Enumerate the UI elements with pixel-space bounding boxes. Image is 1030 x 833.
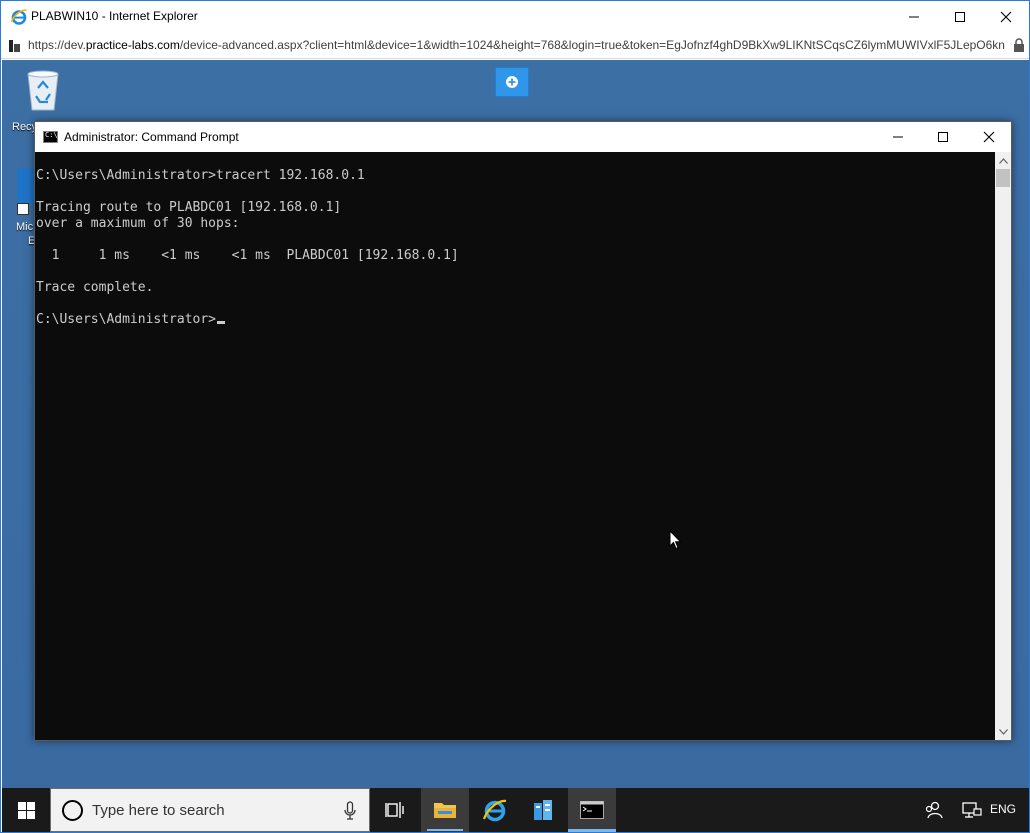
command-prompt-icon: C:\ [43,131,58,143]
console-line: 1 1 ms <1 ms <1 ms PLABDC01 [192.168.0.1… [36,248,459,263]
start-button[interactable] [2,788,50,832]
url-host: practice-labs.com [85,38,180,52]
chevron-down-icon [998,728,1008,735]
recycle-bin-icon[interactable] [20,68,66,114]
microphone-icon[interactable] [343,801,357,821]
close-icon [983,131,995,143]
cortana-icon [62,800,83,821]
url-prefix: https://dev. [28,38,86,52]
edge-shortcut-label: Mic E [16,220,35,248]
taskbar: Type here to search ENG [2,788,1029,832]
cmd-titlebar[interactable]: C:\ Administrator: Command Prompt [35,122,1011,152]
chevron-up-icon [998,157,1008,164]
command-prompt-window[interactable]: C:\ Administrator: Command Prompt C:\Use… [34,121,1012,741]
cmd-maximize-button[interactable] [920,122,966,152]
cmd-close-button[interactable] [966,122,1012,152]
scroll-thumb[interactable] [996,169,1010,187]
window-title: PLABWIN10 - Internet Explorer [31,9,198,23]
file-explorer-taskbar-button[interactable] [421,788,469,832]
console-line: Trace complete. [36,280,154,295]
minimize-icon [893,136,903,138]
prompt-text: C:\Users\Administrator> [36,312,217,327]
url-text[interactable]: https://dev.practice-labs.com/device-adv… [28,38,1008,52]
ie-titlebar[interactable]: PLABWIN10 - Internet Explorer [1,1,1029,32]
server-manager-taskbar-button[interactable] [519,788,567,832]
vertical-scrollbar[interactable] [995,152,1011,740]
search-placeholder: Type here to search [92,802,225,819]
running-indicator [427,829,463,831]
command-prompt-icon [580,801,604,819]
cmd-minimize-button[interactable] [875,122,921,152]
command-prompt-taskbar-button[interactable] [568,788,616,832]
lock-icon[interactable] [1013,38,1025,53]
console-line: Tracing route to PLABDC01 [192.168.0.1] [36,200,342,215]
people-icon[interactable] [924,800,944,820]
url-path: /device-advanced.aspx?client=html&device… [179,38,1005,52]
task-view-button[interactable] [371,788,419,832]
console-output[interactable]: C:\Users\Administrator>tracert 192.168.0… [35,152,995,740]
task-view-icon [385,802,404,818]
minimize-icon [909,16,919,17]
console-line: C:\Users\Administrator>tracert 192.168.0… [36,168,365,183]
windows-logo-icon [17,801,35,819]
taskbar-search-box[interactable]: Type here to search [50,788,370,832]
prompt-line[interactable]: C:\Users\Administrator> [36,312,459,328]
cmd-window-title: Administrator: Command Prompt [64,130,239,144]
maximize-icon [955,11,965,22]
internet-explorer-icon [10,9,27,25]
active-window-indicator [568,829,616,832]
text-cursor [217,321,226,324]
site-favicon-icon [9,40,20,52]
server-manager-icon [534,800,552,820]
minimize-button[interactable] [891,1,937,32]
console-lines: C:\Users\Administrator>tracert 192.168.0… [36,168,459,328]
ie-window: PLABWIN10 - Internet Explorer https://de… [0,0,1030,833]
plus-circle-icon [506,76,518,88]
internet-explorer-taskbar-button[interactable] [471,788,519,832]
maximize-button[interactable] [937,1,983,32]
scroll-down-button[interactable] [995,723,1011,740]
address-bar[interactable]: https://dev.practice-labs.com/device-adv… [1,32,1029,59]
scroll-up-button[interactable] [995,152,1011,169]
internet-explorer-icon [482,799,507,822]
input-language-indicator[interactable]: ENG [990,802,1016,816]
maximize-icon [938,132,948,142]
shortcut-arrow-icon [17,203,29,215]
remote-session-menu-button[interactable] [495,67,529,97]
network-icon[interactable] [962,801,982,819]
remote-desktop[interactable]: Recy Mic E C:\ Administrator: Command Pr… [2,60,1029,788]
folder-icon [434,803,456,818]
edge-label-line1: Mic [16,221,34,233]
mouse-pointer-icon [669,530,682,550]
close-icon [1000,11,1012,22]
close-button[interactable] [983,1,1029,32]
console-line: over a maximum of 30 hops: [36,216,240,231]
edge-label-line2: E [28,235,36,247]
